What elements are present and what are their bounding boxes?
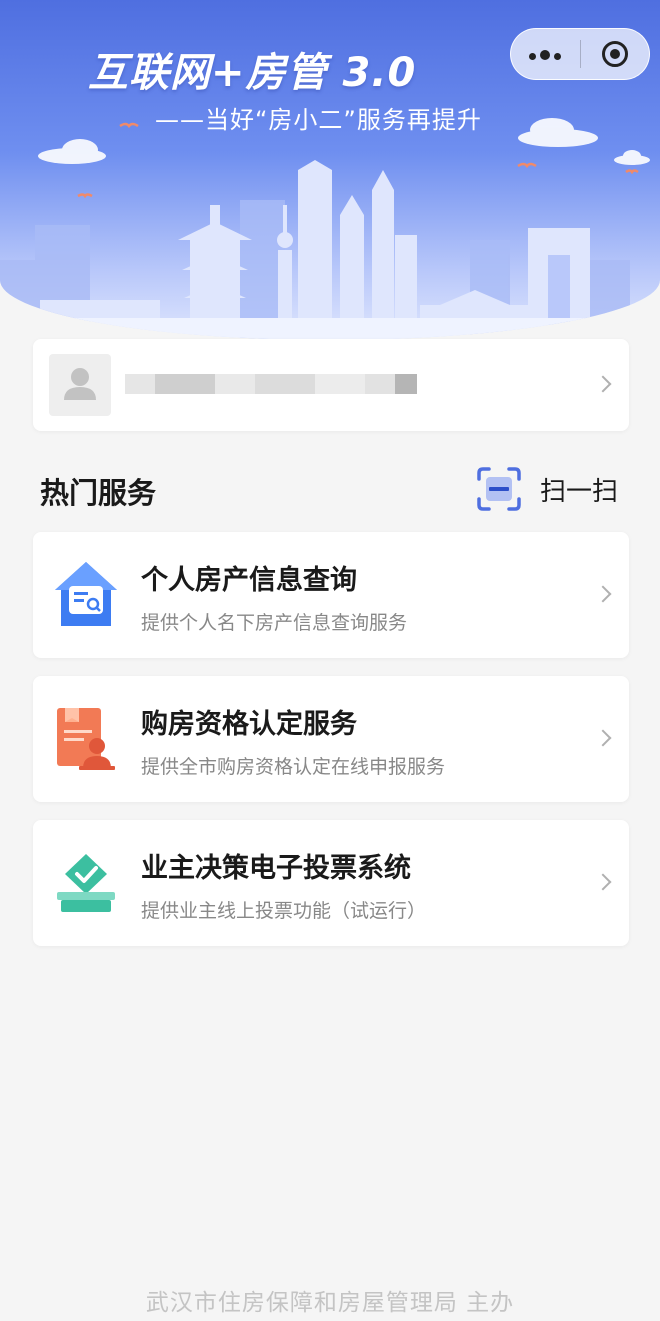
- service-description: 提供全市购房资格认定在线申报服务: [141, 756, 446, 778]
- ballot-box-icon: [51, 846, 121, 920]
- user-avatar-icon: [49, 354, 111, 416]
- more-dots-icon: [527, 45, 563, 64]
- banner-title: 互联网+房管 3.0: [88, 50, 417, 96]
- service-description: 提供个人名下房产信息查询服务: [141, 612, 408, 634]
- service-title: 购房资格认定服务: [141, 709, 357, 740]
- miniprogram-capsule: [510, 28, 650, 80]
- close-button[interactable]: [581, 29, 650, 79]
- scan-label: 扫一扫: [540, 476, 619, 507]
- house-search-icon: [51, 558, 121, 632]
- footer-sponsor-text: 武汉市住房保障和房屋管理局 主办: [145, 1290, 515, 1316]
- service-card-property-query[interactable]: 个人房产信息查询 提供个人名下房产信息查询服务: [33, 532, 629, 658]
- service-title: 业主决策电子投票系统: [141, 853, 411, 884]
- service-description: 提供业主线上投票功能（试运行）: [141, 900, 427, 922]
- service-title: 个人房产信息查询: [141, 565, 357, 596]
- user-name-masked: [125, 374, 417, 394]
- banner-subtitle: ——当好“房小二”服务再提升: [155, 106, 482, 134]
- scan-icon: [477, 467, 521, 511]
- service-card-owner-voting[interactable]: 业主决策电子投票系统 提供业主线上投票功能（试运行）: [33, 820, 629, 946]
- service-card-purchase-qualification[interactable]: 购房资格认定服务 提供全市购房资格认定在线申报服务: [33, 676, 629, 802]
- chevron-right-icon: [594, 585, 612, 603]
- hot-services-title: 热门服务: [40, 476, 157, 510]
- more-button[interactable]: [511, 29, 580, 79]
- qualification-document-icon: [51, 702, 121, 776]
- scan-button[interactable]: 扫一扫: [476, 466, 626, 512]
- chevron-right-icon: [594, 729, 612, 747]
- close-target-icon: [601, 41, 628, 67]
- chevron-right-icon: [594, 873, 612, 891]
- chevron-right-icon: [594, 375, 612, 393]
